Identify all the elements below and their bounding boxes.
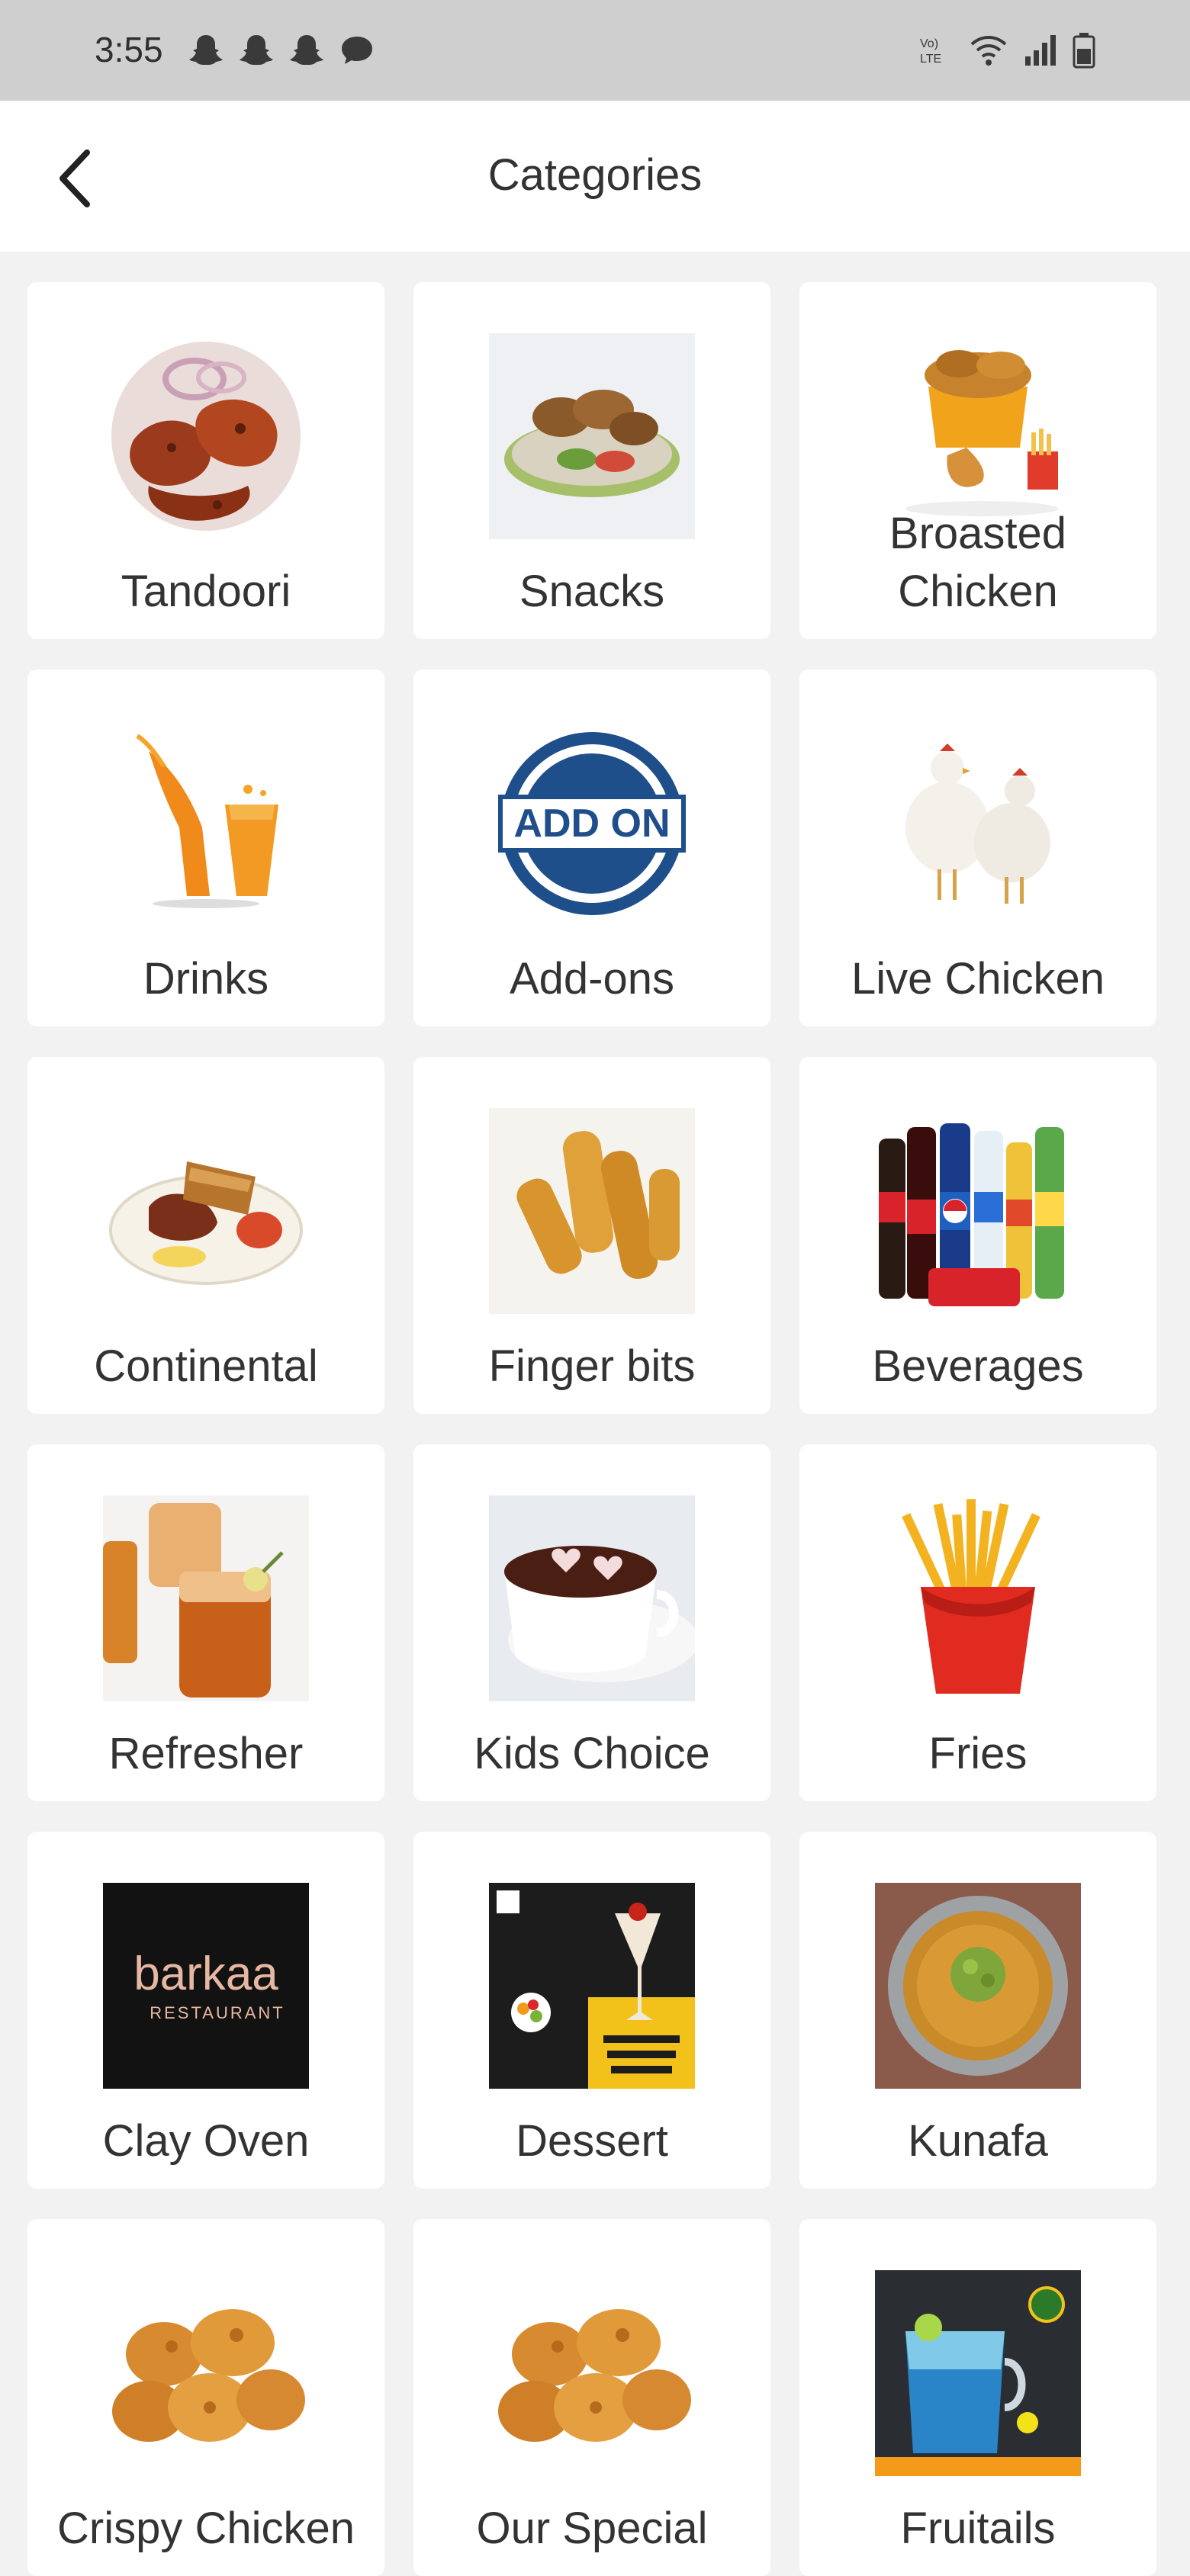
category-label: Clay Oven: [102, 2116, 310, 2166]
snapchat-icon: [288, 32, 325, 69]
category-label: Fries: [928, 1729, 1028, 1778]
category-card-dessert[interactable]: Dessert: [413, 1832, 770, 2189]
category-label: Our Special: [476, 2504, 708, 2553]
clay-oven-image: barkaa RESTAURANT: [99, 1879, 313, 2093]
live-chicken-image: [871, 717, 1085, 930]
add-on-badge-image: ADD ON: [485, 717, 699, 930]
category-label: Tandoori: [121, 567, 291, 616]
category-label: Fruitails: [900, 2504, 1056, 2553]
page-title: Categories: [487, 150, 703, 200]
kids-choice-image: [485, 1492, 699, 1705]
dessert-image: [485, 1879, 699, 2093]
barkaa-logo-subtext: RESTAURANT: [150, 2003, 285, 2022]
category-card-refresher[interactable]: Refresher: [27, 1444, 384, 1801]
notification-icons: [188, 32, 375, 69]
refresher-image: [99, 1492, 313, 1705]
category-card-beverages[interactable]: Beverages: [799, 1057, 1156, 1414]
status-bar: 3:55 Vo) LTE: [0, 0, 1190, 101]
our-special-image: [485, 2266, 699, 2480]
category-card-broasted-chicken[interactable]: Broasted Chicken: [799, 282, 1156, 639]
category-card-crispy-chicken[interactable]: Crispy Chicken: [27, 2219, 384, 2576]
app-bar: Categories: [0, 101, 1190, 252]
category-label: Add-ons: [509, 954, 675, 1004]
category-label: Kunafa: [908, 2116, 1048, 2166]
volte-icon: Vo) LTE: [917, 34, 955, 71]
barkaa-logo-text: barkaa: [133, 1948, 278, 2000]
drinks-image: [99, 717, 313, 930]
category-label: Snacks: [519, 567, 665, 616]
status-time: 3:55: [95, 30, 163, 69]
category-card-our-special[interactable]: Our Special: [413, 2219, 770, 2576]
category-label: Refresher: [108, 1729, 304, 1778]
category-card-kids-choice[interactable]: Kids Choice: [413, 1444, 770, 1801]
category-card-fruitails[interactable]: Fruitails: [799, 2219, 1156, 2576]
category-grid: Tandoori Snacks Broasted Chicken Drinks …: [27, 282, 1164, 2576]
continental-image: [99, 1104, 313, 1318]
category-label: Kids Choice: [474, 1729, 710, 1778]
category-card-continental[interactable]: Continental: [27, 1057, 384, 1414]
chat-icon: [339, 32, 375, 69]
category-card-add-ons[interactable]: ADD ON Add-ons: [413, 670, 770, 1026]
snapchat-icon: [188, 32, 224, 69]
category-card-finger-bits[interactable]: Finger bits: [413, 1057, 770, 1414]
svg-text:LTE: LTE: [920, 53, 941, 66]
category-card-kunafa[interactable]: Kunafa: [799, 1832, 1156, 2189]
tandoori-image: [99, 329, 313, 543]
wifi-icon: [969, 34, 1008, 71]
category-card-clay-oven[interactable]: barkaa RESTAURANT Clay Oven: [27, 1832, 384, 2189]
category-label: Live Chicken: [851, 954, 1105, 1004]
category-label: Finger bits: [488, 1341, 696, 1391]
category-label: Beverages: [872, 1341, 1084, 1391]
kunafa-image: [871, 1879, 1085, 2093]
crispy-chicken-image: [99, 2266, 313, 2480]
finger-bits-image: [485, 1104, 699, 1318]
beverages-image: [871, 1104, 1085, 1318]
category-label: Crispy Chicken: [57, 2504, 355, 2553]
snapchat-icon: [238, 32, 275, 69]
category-label: Continental: [94, 1341, 318, 1391]
category-label: Broasted Chicken: [889, 509, 1067, 616]
category-card-fries[interactable]: Fries: [799, 1444, 1156, 1801]
category-card-snacks[interactable]: Snacks: [413, 282, 770, 639]
category-card-drinks[interactable]: Drinks: [27, 670, 384, 1026]
system-icons: Vo) LTE: [917, 32, 1095, 72]
category-label: Dessert: [516, 2116, 668, 2166]
fruitails-image: [871, 2266, 1085, 2480]
category-card-live-chicken[interactable]: Live Chicken: [799, 670, 1156, 1026]
signal-icon: [1022, 34, 1059, 71]
add-on-badge-text: ADD ON: [513, 801, 670, 846]
svg-text:Vo): Vo): [920, 37, 938, 50]
fries-image: [871, 1492, 1085, 1705]
battery-icon: [1073, 32, 1095, 72]
category-card-tandoori[interactable]: Tandoori: [27, 282, 384, 639]
snacks-image: [485, 329, 699, 543]
category-label: Drinks: [143, 954, 269, 1004]
